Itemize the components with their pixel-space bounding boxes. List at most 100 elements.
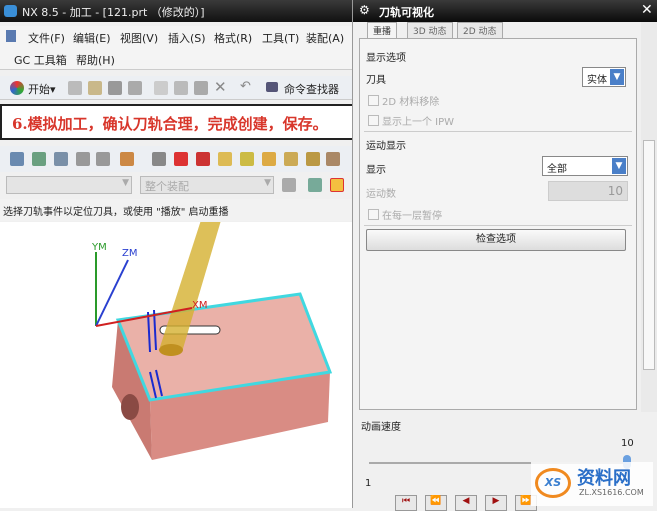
machine-view-icon[interactable] [32, 152, 46, 166]
assembly-filter-select[interactable]: 整个装配 ▼ [140, 176, 274, 194]
show-prev-ipw-label: 显示上一个 IPW [382, 117, 455, 128]
menu-icon [6, 30, 16, 42]
material-removal-checkbox[interactable] [368, 95, 379, 106]
menu-bar: 文件(F) 编辑(E) 视图(V) 插入(S) 格式(R) 工具(T) 装配(A… [0, 26, 352, 70]
watermark: XS 资料网 ZL.XS1616.COM [531, 462, 653, 506]
toolpath-visualization-dialog: 刀轨可视化 ⚙ ✕ 重播 3D 动态 2D 动态 显示选项 刀具 实体 ▼ 2D … [352, 0, 657, 511]
collapse-icon[interactable] [96, 152, 110, 166]
show-prev-ipw-checkbox[interactable] [368, 115, 379, 126]
step-back-button[interactable]: ⏪ [425, 495, 447, 511]
command-finder-button[interactable]: 命令查找器 [284, 81, 339, 97]
menu-view[interactable]: 视图(V) [120, 30, 158, 46]
standard-toolbar: 开始▾ ✕ ↶ 命令查找器 [0, 76, 352, 100]
gear-icon[interactable]: ⚙ [359, 3, 370, 17]
status-line: 选择刀轨事件以定位刀具，或使用 "播放" 启动重播 [0, 199, 352, 221]
menu-help[interactable]: 帮助(H) [76, 52, 115, 68]
method-view-icon[interactable] [76, 152, 90, 166]
chevron-down-icon: ▼ [122, 178, 129, 188]
watermark-logo-icon: XS [535, 468, 571, 498]
scrollbar-thumb[interactable] [643, 140, 655, 370]
toolpath-icon-7[interactable] [306, 152, 320, 166]
motions-input[interactable]: 10 [548, 181, 628, 201]
app-title: NX 8.5 - 加工 - [121.prt （修改的）] [22, 6, 205, 19]
tab-3d-dynamic[interactable]: 3D 动态 [407, 22, 453, 38]
toolpath-icon-1[interactable] [174, 152, 188, 166]
tab-2d-dynamic[interactable]: 2D 动态 [457, 22, 503, 38]
part-hole [121, 394, 139, 420]
graphics-viewport[interactable]: YM ZM XM [0, 217, 352, 508]
divider [364, 131, 632, 132]
animation-speed-label: 动画速度 [361, 422, 401, 433]
z-axis [95, 259, 129, 327]
motion-display-select[interactable]: 全部 ▼ [542, 156, 628, 176]
binoculars-icon [266, 82, 278, 92]
geometry-view-icon[interactable] [54, 152, 68, 166]
assembly-filter-value: 整个装配 [145, 180, 189, 193]
motions-label: 运动数 [366, 189, 396, 200]
operation-toolbar [0, 146, 352, 172]
speed-max-label: 10 [621, 438, 634, 449]
tool-display-select[interactable]: 实体 ▼ [582, 67, 626, 87]
play-reverse-button[interactable]: ◀ [455, 495, 477, 511]
start-button[interactable]: 开始▾ [28, 81, 56, 97]
menu-format[interactable]: 格式(R) [214, 30, 252, 46]
menu-tools[interactable]: 工具(T) [262, 30, 299, 46]
chevron-down-icon: ▼ [612, 158, 626, 174]
toolpath-icon-3[interactable] [218, 152, 232, 166]
cut-icon[interactable] [154, 81, 168, 95]
close-icon[interactable]: ✕ [641, 2, 653, 18]
pause-each-layer-label: 在每一层暂停 [382, 211, 442, 222]
program-view-icon[interactable] [10, 152, 24, 166]
start-icon [10, 81, 24, 95]
tool-tip [159, 344, 183, 356]
divider [364, 225, 632, 226]
paste-icon[interactable] [194, 81, 208, 95]
tool-label: 刀具 [366, 75, 386, 86]
copy-icon[interactable] [174, 81, 188, 95]
chevron-down-icon: ▼ [610, 69, 624, 85]
delete-icon[interactable]: ✕ [214, 78, 227, 96]
toolpath-icon-5[interactable] [262, 152, 276, 166]
speed-min-label: 1 [365, 478, 372, 489]
toolpath-icon-6[interactable] [284, 152, 298, 166]
menu-edit[interactable]: 编辑(E) [73, 30, 111, 46]
app-title-bar: NX 8.5 - 加工 - [121.prt （修改的）] [0, 0, 352, 22]
motion-display-value: 全部 [547, 164, 567, 175]
tool-display-value: 实体 [587, 75, 607, 86]
menu-assembly[interactable]: 装配(A) [306, 30, 344, 46]
open-icon[interactable] [88, 81, 102, 95]
tab-replay[interactable]: 重播 [367, 22, 398, 38]
play-button[interactable]: ▶ [485, 495, 507, 511]
menu-gc-toolbox[interactable]: GC 工具箱 [14, 52, 67, 68]
save-icon[interactable] [108, 81, 122, 95]
undo-icon[interactable]: ↶ [240, 79, 251, 94]
scrollbar[interactable] [641, 22, 657, 412]
rewind-to-start-button[interactable]: ⏮ [395, 495, 417, 511]
xm-label: XM [192, 300, 207, 311]
dialog-title: 刀轨可视化 [379, 6, 434, 19]
menu-file[interactable]: 文件(F) [28, 30, 65, 46]
app-logo-icon [4, 5, 17, 17]
display-options-heading: 显示选项 [366, 53, 406, 64]
toolpath-icon-4[interactable] [240, 152, 254, 166]
new-icon[interactable] [68, 81, 82, 95]
material-removal-label: 2D 材料移除 [382, 97, 440, 108]
replay-icon[interactable] [152, 152, 166, 166]
print-icon[interactable] [128, 81, 142, 95]
menu-insert[interactable]: 插入(S) [168, 30, 206, 46]
replay-panel: 显示选项 刀具 实体 ▼ 2D 材料移除 显示上一个 IPW 运动显示 显示 全部… [359, 38, 637, 410]
point-icon[interactable] [330, 178, 344, 192]
instruction-banner: 6.模拟加工，确认刀轨合理，完成创建，保存。 [0, 104, 354, 140]
motion-display-heading: 运动显示 [366, 141, 406, 152]
toolpath-icon-2[interactable] [196, 152, 210, 166]
dialog-title-bar: 刀轨可视化 [353, 0, 657, 22]
watermark-url: ZL.XS1616.COM [579, 488, 644, 497]
type-filter-select[interactable]: ▼ [6, 176, 132, 194]
check-options-button[interactable]: 检查选项 [366, 229, 626, 251]
toolpath-icon-8[interactable] [326, 152, 340, 166]
generate-icon[interactable] [120, 152, 134, 166]
part-model: YM ZM XM [91, 217, 333, 460]
pause-each-layer-checkbox[interactable] [368, 209, 379, 220]
select-icon[interactable] [308, 178, 322, 192]
snap-icon[interactable] [282, 178, 296, 192]
